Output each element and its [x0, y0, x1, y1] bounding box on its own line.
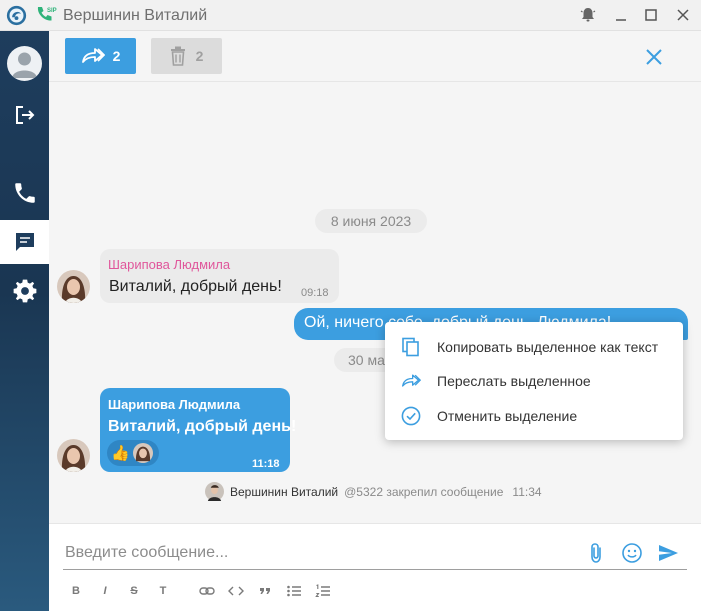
reactor-avatar: [132, 443, 153, 463]
chat-icon: [15, 233, 34, 251]
my-avatar[interactable]: [7, 46, 42, 81]
maximize-icon[interactable]: [641, 5, 661, 25]
menu-item-forward-selected[interactable]: Переслать выделенное: [385, 364, 683, 398]
user-placeholder-icon: [12, 52, 37, 78]
forward-selected-button[interactable]: 2: [65, 38, 136, 74]
context-menu: Копировать выделенное как текст Переслат…: [385, 322, 683, 440]
sidebar-item-calls[interactable]: [0, 171, 49, 215]
gear-icon: [13, 279, 36, 303]
send-icon[interactable]: [657, 542, 679, 564]
sidebar-item-settings[interactable]: [0, 269, 49, 313]
sender-avatar[interactable]: [57, 439, 90, 472]
menu-item-cancel-selection[interactable]: Отменить выделение: [385, 399, 683, 433]
heading-button[interactable]: T: [154, 581, 172, 601]
sidebar-item-chats[interactable]: [0, 220, 49, 264]
message-text: Виталий, добрый день!: [108, 418, 297, 435]
close-window-icon[interactable]: [673, 5, 693, 25]
message-bubble[interactable]: Шарипова Людмила Виталий, добрый день! 0…: [100, 249, 339, 303]
emoji-icon[interactable]: [621, 542, 643, 564]
message-text: Виталий, добрый день!: [109, 278, 282, 295]
svg-text:SIP: SIP: [47, 8, 57, 14]
bulleted-list-icon[interactable]: [285, 581, 303, 601]
logout-icon: [15, 106, 34, 124]
message-sender: Шарипова Людмила: [108, 397, 241, 412]
code-icon[interactable]: [227, 581, 245, 601]
message-input[interactable]: [65, 538, 585, 568]
logout-button[interactable]: [0, 93, 49, 137]
menu-item-label: Отменить выделение: [437, 408, 578, 424]
minimize-icon[interactable]: [611, 5, 631, 25]
forward-icon: [81, 48, 105, 63]
window-title: Вершинин Виталий: [63, 7, 208, 24]
message-composer: B I S T: [49, 523, 701, 611]
avatar-photo: [57, 270, 90, 303]
delete-count: 2: [195, 48, 204, 64]
input-underline: [63, 569, 687, 570]
thumbs-up-icon: 👍: [111, 444, 130, 462]
date-divider: 8 июня 2023: [315, 209, 427, 233]
message-bubble-selected[interactable]: Шарипова Людмила Виталий, добрый день! 👍…: [100, 388, 296, 472]
message-sender: Шарипова Людмила: [108, 257, 231, 272]
pinned-author: Вершинин Виталий: [230, 484, 339, 499]
title-bar: SIP Вершинин Виталий: [0, 0, 701, 31]
copy-icon: [402, 337, 419, 357]
numbered-list-icon[interactable]: [314, 581, 332, 601]
forward-icon: [402, 374, 421, 387]
bold-button[interactable]: B: [67, 581, 85, 601]
avatar-photo: [57, 439, 90, 472]
menu-item-label: Переслать выделенное: [437, 373, 591, 389]
pinned-notice: Вершинин Виталий @5322 закрепил сообщени…: [205, 482, 542, 501]
message-reaction[interactable]: 👍: [107, 440, 159, 466]
menu-item-label: Копировать выделенное как текст: [437, 339, 659, 355]
selection-toolbar: 2 2: [49, 31, 701, 82]
trash-icon: [170, 46, 185, 66]
phone-icon: [14, 183, 35, 203]
pinner-avatar: [205, 482, 224, 501]
link-icon[interactable]: [198, 581, 216, 601]
chat-history[interactable]: 8 июня 2023 Шарипова Людмила Виталий, до…: [49, 82, 701, 523]
message-time: 11:18: [252, 458, 280, 470]
italic-button[interactable]: I: [96, 581, 114, 601]
notification-bell-icon[interactable]: [578, 5, 598, 25]
sender-avatar[interactable]: [57, 270, 90, 303]
check-circle-icon: [401, 406, 421, 426]
close-selection-icon[interactable]: [643, 46, 665, 68]
sip-phone-icon: SIP: [37, 7, 57, 21]
pinned-text: @5322 закрепил сообщение: [344, 484, 504, 499]
pinned-time: 11:34: [512, 484, 542, 499]
delete-selected-button[interactable]: 2: [151, 38, 222, 74]
attach-icon[interactable]: [585, 542, 607, 564]
menu-item-copy-as-text[interactable]: Копировать выделенное как текст: [385, 330, 683, 364]
message-time: 09:18: [301, 287, 329, 299]
strikethrough-button[interactable]: S: [125, 581, 143, 601]
sidebar: [0, 31, 49, 611]
app-logo-icon: [6, 5, 27, 26]
forward-count: 2: [112, 48, 121, 64]
quote-icon[interactable]: [256, 581, 274, 601]
